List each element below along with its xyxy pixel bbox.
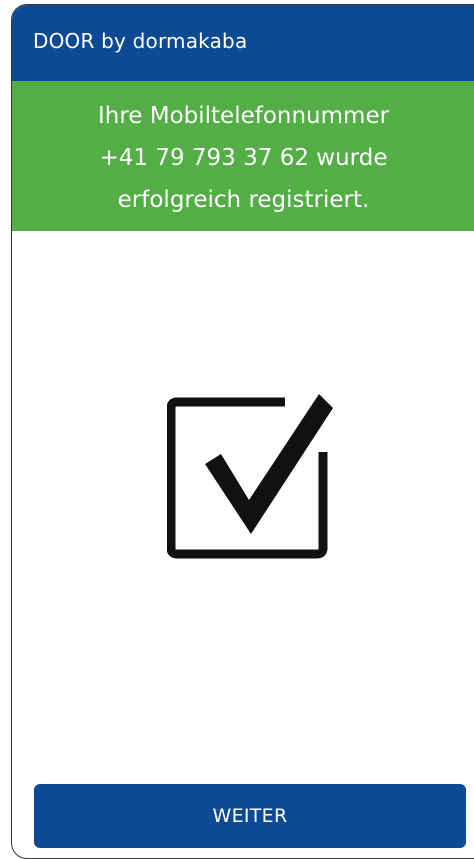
banner-line-3: erfolgreich registriert. [117, 187, 370, 213]
checkbox-checked-icon [167, 392, 343, 564]
banner-line-2: +41 79 793 37 62 wurde [99, 145, 388, 171]
banner-line-1: Ihre Mobiltelefonnummer [97, 103, 390, 129]
app-title: DOOR by dormakaba [33, 29, 248, 53]
app-header: DOOR by dormakaba [12, 5, 474, 81]
success-banner: Ihre Mobiltelefonnummer +41 79 793 37 62… [12, 81, 474, 231]
continue-button[interactable]: WEITER [34, 784, 466, 848]
app-frame: DOOR by dormakaba Ihre Mobiltelefonnumme… [11, 4, 474, 859]
